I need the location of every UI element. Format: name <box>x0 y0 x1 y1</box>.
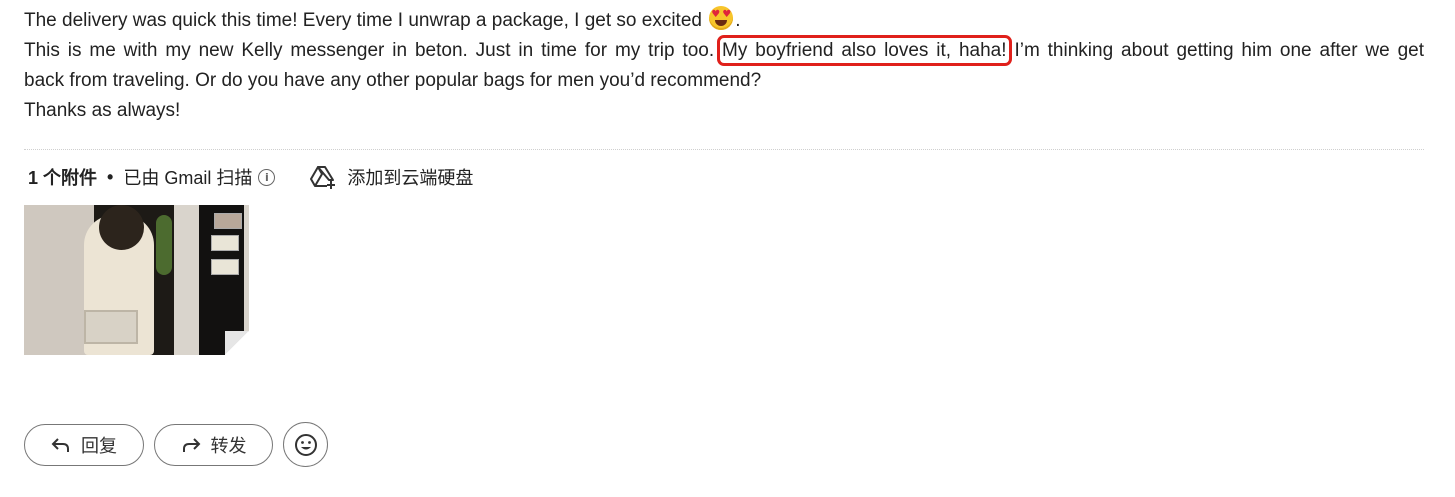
separator-dot: • <box>107 166 114 187</box>
attachment-thumbnail[interactable] <box>24 205 249 355</box>
add-to-drive-button[interactable]: 添加到云端硬盘 <box>309 164 473 190</box>
attachment-divider <box>24 149 1424 150</box>
add-to-drive-label: 添加到云端硬盘 <box>347 168 474 188</box>
reply-button[interactable]: 回复 <box>24 423 144 466</box>
message-line-3: back from traveling. Or do you have any … <box>24 70 762 91</box>
message-paragraph: This is me with my new Kelly messenger i… <box>24 35 1425 66</box>
emoji-reaction-button[interactable] <box>283 422 328 467</box>
forward-button[interactable]: 转发 <box>154 423 273 466</box>
forward-icon <box>182 437 200 452</box>
drive-add-icon <box>310 166 336 189</box>
smiley-icon <box>294 433 317 456</box>
attachment-count: 1 个附件 <box>28 168 98 188</box>
scan-status: 已由 Gmail 扫描 <box>123 168 253 188</box>
message-text: This is me with my new Kelly messenger i… <box>24 40 715 61</box>
highlighted-text: My boyfriend also loves it, haha! <box>717 35 1012 66</box>
email-body: The delivery was quick this time! Every … <box>24 6 1424 126</box>
info-icon[interactable]: i <box>258 168 276 186</box>
message-actions: 回复 转发 <box>24 422 328 467</box>
message-text: . <box>735 10 741 31</box>
message-text: The delivery was quick this time! Every … <box>24 10 702 31</box>
message-text: I’m thinking about getting him one after… <box>1014 40 1425 61</box>
page-fold-corner <box>225 331 249 355</box>
heart-eyes-emoji-icon: ♥ ♥ <box>709 6 734 30</box>
reply-icon <box>51 437 69 452</box>
attachment-bar: 1 个附件 • 已由 Gmail 扫描 i 添加到云端硬盘 <box>28 164 473 190</box>
forward-label: 转发 <box>210 435 247 456</box>
message-line-1: The delivery was quick this time! Every … <box>24 6 1424 36</box>
reply-label: 回复 <box>81 435 117 456</box>
message-line-4: Thanks as always! <box>24 100 181 121</box>
